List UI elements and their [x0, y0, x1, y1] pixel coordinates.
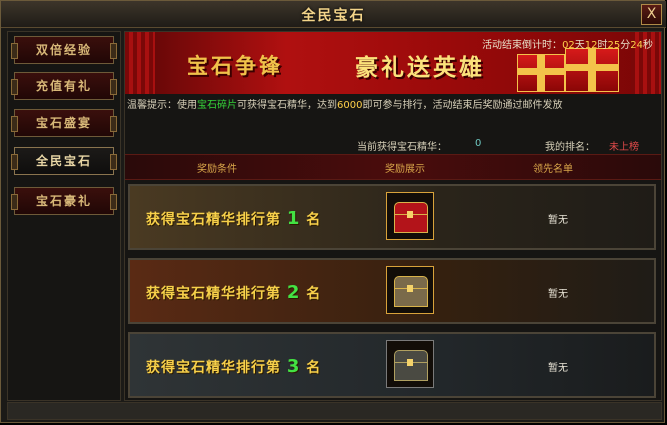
condition-suffix: 名: [306, 212, 322, 228]
activity-sidebar: 双倍经验 充值有礼 宝石盛宴 全民宝石 宝石豪礼: [7, 31, 121, 401]
rank-condition: 获得宝石精华排行第 3 名: [146, 356, 321, 377]
sidebar-item-gem-gift[interactable]: 宝石豪礼: [11, 187, 117, 215]
header-reward: 奖励展示: [385, 164, 425, 175]
countdown-minutes-unit: 分: [620, 40, 631, 51]
activity-content: 宝石争锋 豪礼送英雄 活动结束倒计时：02天12时25分24秒 温馨提示：使用宝…: [124, 31, 662, 401]
countdown-hours-unit: 时: [597, 40, 608, 51]
essence-label: 当前获得宝石精华：: [357, 142, 447, 153]
sidebar-item-gem-feast[interactable]: 宝石盛宴: [11, 109, 117, 137]
tips-mid: 可获得宝石精华，达到: [237, 100, 337, 111]
tips-suffix: 即可参与排行，活动结束后奖励通过邮件发放: [362, 100, 563, 111]
countdown-seconds-unit: 秒: [643, 40, 653, 51]
condition-text: 获得宝石精华排行第: [146, 212, 281, 228]
rank-value: 未上榜: [609, 142, 639, 153]
bottom-bar: [7, 402, 662, 420]
sidebar-item-all-people-gem[interactable]: 全民宝石: [11, 147, 117, 175]
rank-number: 2: [286, 282, 301, 303]
rank-number: 1: [286, 208, 301, 229]
table-header: 奖励条件 奖励展示 领先名单: [125, 154, 661, 180]
banner-title-left: 宝石争锋: [187, 53, 283, 78]
event-banner: 宝石争锋 豪礼送英雄 活动结束倒计时：02天12时25分24秒: [125, 32, 661, 94]
gold-treasure-chest-icon[interactable]: [386, 266, 434, 314]
table-row: 获得宝石精华排行第 2 名 暂无: [128, 258, 656, 324]
window-title: 全民宝石: [301, 8, 366, 24]
banner-title-right: 豪礼送英雄: [355, 54, 485, 81]
leader-name: 暂无: [548, 289, 568, 300]
silver-treasure-chest-icon[interactable]: [386, 340, 434, 388]
status-row: 当前获得宝石精华： 0 我的排名： 未上榜: [125, 136, 661, 154]
condition-text: 获得宝石精华排行第: [146, 286, 281, 302]
countdown-label: 活动结束倒计时：: [482, 40, 563, 51]
essence-value: 0: [475, 138, 482, 149]
leader-name: 暂无: [548, 363, 568, 374]
countdown-timer: 活动结束倒计时：02天12时25分24秒: [482, 36, 653, 51]
tips-text: 温馨提示：使用宝石碎片可获得宝石精华，达到6000即可参与排行，活动结束后奖励通…: [127, 96, 562, 111]
countdown-hours: 12: [584, 40, 598, 51]
rank-number: 3: [286, 356, 301, 377]
table-row: 获得宝石精华排行第 1 名 暂无: [128, 184, 656, 250]
countdown-days: 02: [562, 40, 575, 51]
rank-condition: 获得宝石精华排行第 2 名: [146, 282, 321, 303]
header-leader: 领先名单: [533, 164, 573, 175]
sidebar-item-recharge-gift[interactable]: 充值有礼: [11, 72, 117, 100]
header-condition: 奖励条件: [197, 164, 237, 175]
table-row: 获得宝石精华排行第 3 名 暂无: [128, 332, 656, 398]
condition-suffix: 名: [306, 360, 322, 376]
leader-name: 暂无: [548, 215, 568, 226]
countdown-days-unit: 天: [574, 40, 585, 51]
gift-box-icon: [517, 54, 565, 92]
tips-prefix: 温馨提示：使用: [127, 100, 197, 111]
gift-box-icon: [565, 48, 619, 92]
tips-threshold: 6000: [337, 100, 363, 111]
close-button[interactable]: X: [641, 4, 662, 25]
red-treasure-chest-icon[interactable]: [386, 192, 434, 240]
rank-label: 我的排名：: [545, 142, 595, 153]
countdown-minutes: 25: [607, 40, 621, 51]
condition-text: 获得宝石精华排行第: [146, 360, 281, 376]
title-bar: 全民宝石 X: [1, 1, 666, 28]
sidebar-item-double-exp[interactable]: 双倍经验: [11, 36, 117, 64]
rank-condition: 获得宝石精华排行第 1 名: [146, 208, 321, 229]
condition-suffix: 名: [306, 286, 322, 302]
tips-item-link[interactable]: 宝石碎片: [197, 100, 237, 111]
activity-window: 全民宝石 X 双倍经验 充值有礼 宝石盛宴 全民宝石 宝石豪礼 宝石争锋 豪礼送…: [0, 0, 666, 423]
banner-curtain-left: [125, 32, 155, 94]
countdown-seconds: 24: [630, 40, 643, 51]
